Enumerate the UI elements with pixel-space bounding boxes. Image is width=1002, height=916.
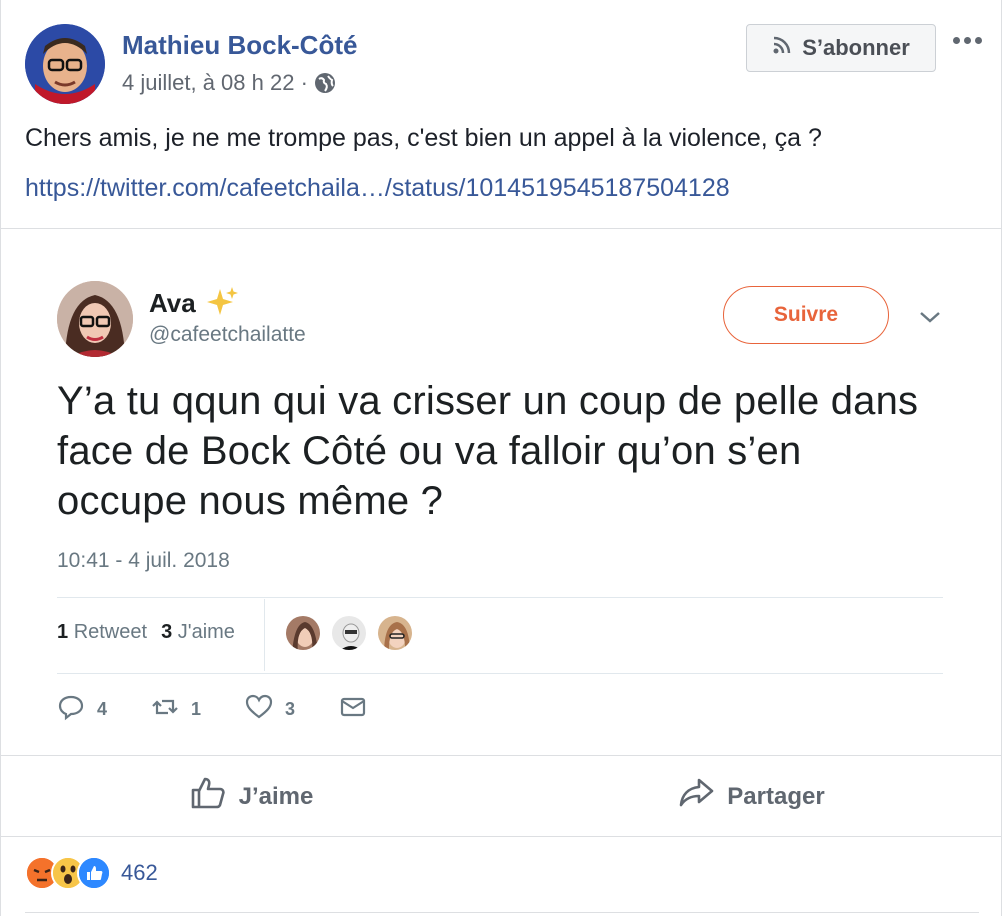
post-action-bar: J’aime Partager bbox=[1, 757, 1001, 837]
tweet-retweet-action[interactable]: 1 bbox=[151, 693, 201, 726]
tweet-retweet-stat[interactable]: 1 Retweet bbox=[57, 621, 147, 644]
thumbs-up-icon bbox=[189, 774, 227, 819]
more-options-icon[interactable] bbox=[947, 26, 987, 54]
liker-avatar[interactable] bbox=[330, 614, 368, 652]
post-timestamp[interactable]: 4 juillet, à 08 h 22 · bbox=[122, 70, 308, 96]
share-label: Partager bbox=[727, 782, 825, 810]
reply-count: 4 bbox=[97, 699, 108, 719]
post-text: Chers amis, je ne me trompe pas, c'est b… bbox=[25, 124, 822, 152]
comments-divider bbox=[25, 912, 979, 913]
like-reaction-icon bbox=[77, 856, 111, 890]
facebook-post-card: Mathieu Bock-Côté 4 juillet, à 08 h 22 ·… bbox=[0, 0, 1002, 916]
share-button[interactable]: Partager bbox=[501, 757, 1001, 836]
post-link[interactable]: https://twitter.com/cafeetchaila…/status… bbox=[25, 174, 730, 203]
tweet-stats: 1 Retweet 3 J'aime bbox=[57, 621, 235, 644]
reaction-count: 462 bbox=[121, 860, 158, 885]
share-icon bbox=[677, 774, 715, 819]
author-avatar[interactable] bbox=[25, 24, 105, 104]
subscribe-button[interactable]: S’abonner bbox=[746, 24, 936, 72]
tweet-text: Y’a tu qqun qui va crisser un coup de pe… bbox=[57, 379, 919, 523]
tweet-author-name[interactable]: Ava bbox=[149, 285, 240, 321]
tweet-divider bbox=[57, 597, 943, 598]
subscribe-label: S’abonner bbox=[802, 35, 910, 60]
tweet-date[interactable]: 10:41 - 4 juil. 2018 bbox=[57, 549, 230, 573]
liker-avatar[interactable] bbox=[376, 614, 414, 652]
tweet-stats-separator bbox=[264, 599, 265, 671]
liker-avatar[interactable] bbox=[284, 614, 322, 652]
rss-icon bbox=[772, 35, 792, 61]
heart-icon bbox=[245, 693, 273, 726]
sparkles-icon bbox=[204, 285, 240, 321]
globe-icon[interactable] bbox=[314, 72, 336, 94]
post-meta: 4 juillet, à 08 h 22 · bbox=[122, 70, 336, 96]
like-button[interactable]: J’aime bbox=[1, 757, 501, 836]
reactions-summary[interactable]: 462 bbox=[25, 856, 158, 890]
tweet-follow-button[interactable]: Suivre bbox=[723, 286, 889, 344]
like-label: J’aime bbox=[238, 782, 314, 810]
author-name[interactable]: Mathieu Bock-Côté bbox=[122, 30, 357, 61]
tweet-like-stat[interactable]: 3 J'aime bbox=[161, 621, 235, 644]
tweet-actions: 4 1 3 bbox=[57, 693, 411, 726]
tweet-author-avatar[interactable] bbox=[57, 281, 133, 357]
tweet-author-name-text: Ava bbox=[149, 287, 196, 318]
tweet-divider bbox=[57, 673, 943, 674]
tweet-dm-action[interactable] bbox=[339, 693, 367, 726]
tweet-reply-action[interactable]: 4 bbox=[57, 693, 107, 726]
tweet-likers bbox=[284, 614, 414, 652]
like-count: 3 bbox=[285, 699, 296, 719]
embedded-tweet[interactable]: Ava @cafeetchailatte Suivre Y’a tu qqun … bbox=[1, 228, 1001, 756]
chevron-down-icon[interactable] bbox=[917, 307, 943, 327]
retweet-count: 1 bbox=[191, 699, 202, 719]
tweet-author-handle[interactable]: @cafeetchailatte bbox=[149, 323, 306, 347]
reply-icon bbox=[57, 693, 85, 726]
tweet-like-action[interactable]: 3 bbox=[245, 693, 295, 726]
retweet-icon bbox=[151, 693, 179, 726]
envelope-icon bbox=[339, 693, 367, 726]
